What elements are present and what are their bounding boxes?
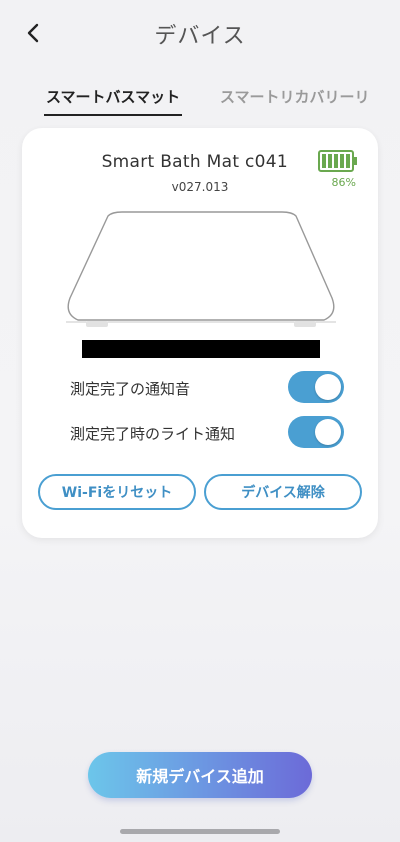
light-notification-label: 測定完了時のライト通知	[70, 425, 236, 443]
battery-percentage: 86%	[331, 176, 356, 189]
redacted-serial	[82, 340, 320, 358]
page-title: デバイス	[154, 24, 246, 49]
notification-sound-label: 測定完了の通知音	[70, 380, 191, 398]
tab-smart-recovery[interactable]: スマートリカバリーリ	[220, 86, 370, 107]
light-notification-toggle[interactable]	[288, 416, 344, 448]
bath-mat-image	[66, 211, 336, 327]
tab-smart-bath-mat[interactable]: スマートバスマット	[43, 86, 183, 116]
toggle-knob	[315, 374, 341, 400]
device-card: Smart Bath Mat c041 v027.013 86% 測定完了の通知…	[22, 128, 378, 538]
reset-wifi-button[interactable]: Wi-Fiをリセット	[38, 474, 196, 510]
device-name: Smart Bath Mat c041	[101, 152, 288, 172]
firmware-version: v027.013	[171, 180, 229, 194]
battery-icon	[318, 150, 357, 172]
home-indicator	[120, 829, 280, 834]
unpair-device-button[interactable]: デバイス解除	[204, 474, 362, 510]
add-device-button[interactable]: 新規デバイス追加	[88, 752, 312, 798]
toggle-knob	[315, 419, 341, 445]
notification-sound-toggle[interactable]	[288, 371, 344, 403]
